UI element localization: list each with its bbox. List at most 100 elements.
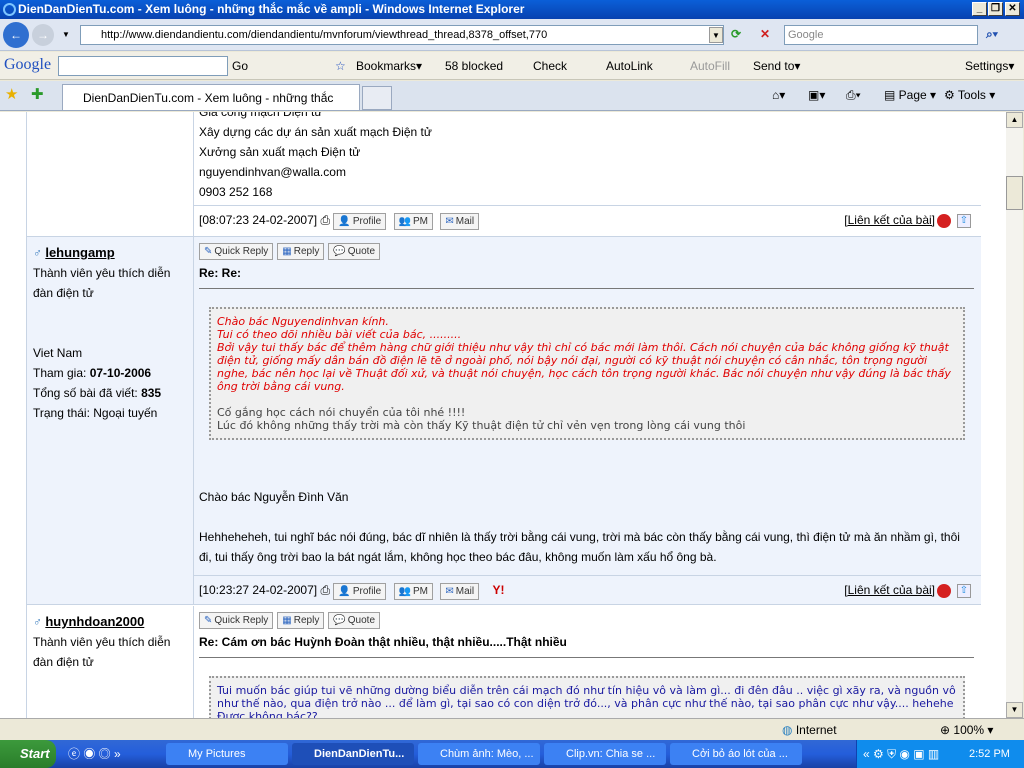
quote-button[interactable]: 💬 Quote [328, 243, 381, 260]
clock: 2:52 PM [969, 748, 1010, 760]
post-link[interactable]: [Liên kết của bài] ⇧ [844, 583, 971, 598]
address-bar[interactable]: http://www.diendandientu.com/diendandien… [80, 25, 724, 45]
google-logo: Google [4, 56, 52, 73]
tab-active[interactable]: DienDanDienTu.com - Xem luông - những th… [62, 84, 360, 131]
signature-email: nguyendinhvan@walla.com [199, 165, 346, 179]
home-icon[interactable]: ⌂▾ [772, 87, 785, 103]
post-footer: [10:23:27 24-02-2007] ⎙ 👤 Profile 👥 PM ✉ Ma… [194, 575, 981, 605]
ie-icon [3, 3, 16, 16]
user-location: Viet Nam [33, 346, 83, 360]
minimize-button[interactable]: _ [972, 2, 987, 16]
start-button[interactable]: Start [0, 740, 56, 768]
post-row: ♂ lehungamp Thành viên yêu thích diễn đà… [27, 237, 981, 605]
zone-indicator: ◍ Internet [782, 723, 837, 737]
scroll-thumb[interactable] [1006, 176, 1023, 210]
google-toolbar: Google Go ☆ Bookmarks▾ 58 blocked Check … [0, 52, 1024, 80]
search-icon[interactable]: ⌕▾ [986, 26, 998, 42]
maximize-button[interactable]: ❐ [988, 2, 1003, 16]
scroll-up-button[interactable]: ▲ [1006, 112, 1023, 128]
print-icon[interactable]: ⎙ [320, 213, 330, 227]
status-bar: ◍ Internet ⊕ 100% ▾ [0, 718, 1024, 740]
new-tab-button[interactable] [362, 86, 392, 110]
stop-icon[interactable]: ✕ [760, 26, 770, 42]
username-link[interactable]: lehungamp [45, 245, 114, 260]
google-search-input[interactable] [58, 56, 228, 76]
bookmarks-button[interactable]: Bookmarks▾ [356, 58, 422, 74]
signature-phone: 0903 252 168 [199, 185, 273, 199]
spell-check-button[interactable]: Check [533, 58, 567, 74]
profile-button[interactable]: 👤 Profile [333, 213, 387, 230]
reply-button[interactable]: ▦ Reply [277, 612, 325, 629]
post-body-line: Chào bác Nguyễn Đình Văn [199, 490, 349, 504]
user-post-count: Tổng số bài đã viết: 835 [33, 386, 162, 400]
user-rank: Thành viên yêu thích diễn đàn điện tử [33, 266, 171, 300]
quote-line: Chào bác Nguyendinhvan kính. [217, 315, 389, 328]
post-timestamp: [08:07:23 24-02-2007] [199, 213, 318, 227]
signature-line: Xưởng sản xuất mạch Điện tử [199, 145, 361, 159]
settings-button[interactable]: Settings▾ [965, 58, 1014, 74]
pm-button[interactable]: 👥 PM [393, 213, 434, 230]
username-link[interactable]: huynhdoan2000 [45, 614, 144, 629]
report-icon[interactable] [937, 213, 951, 228]
post-link[interactable]: [Liên kết của bài] ⇧ [844, 213, 971, 228]
search-input[interactable]: Google [784, 25, 978, 45]
report-icon[interactable] [937, 583, 951, 598]
tools-menu[interactable]: ⚙ Tools ▾ [944, 87, 995, 103]
title-bar: DienDanDienTu.com - Xem luông - những th… [0, 0, 1024, 19]
post-timestamp: [10:23:27 24-02-2007] [199, 583, 318, 597]
post-body-line: Hehheheheh, tui nghĩ bác nói đúng, bác d… [199, 530, 960, 564]
back-button[interactable]: ← [3, 22, 29, 48]
history-dropdown[interactable]: ▼ [62, 27, 70, 43]
quick-launch-icons[interactable]: ⓔ ◉ ◎ » [68, 746, 121, 762]
quote-line: Bởi vậy tui thấy bác để thêm hàng chữ gi… [217, 341, 951, 393]
quick-reply-button[interactable]: ✎ Quick Reply [199, 243, 274, 260]
signature-line: Xây dựng các dự án sản xuất mạch Điện tử [199, 125, 432, 139]
signature-line: Gia công mạch Điện tử [199, 112, 323, 119]
vertical-scrollbar[interactable]: ▲ ▼ [1006, 112, 1023, 718]
add-favorites-icon[interactable]: ✚ [31, 87, 44, 103]
mail-button[interactable]: ✉ Mail [440, 213, 480, 230]
reply-button[interactable]: ▦ Reply [277, 243, 325, 260]
user-joined: Tham gia: 07-10-2006 [33, 366, 152, 380]
post-title: Re: Re: [199, 266, 974, 289]
mail-button[interactable]: ✉ Mail [440, 583, 480, 600]
top-icon[interactable]: ⇧ [957, 583, 971, 598]
url-text: http://www.diendandientu.com/diendandien… [101, 29, 548, 41]
pm-button[interactable]: 👥 PM [393, 583, 434, 600]
favorites-star-icon[interactable]: ★ [5, 87, 18, 103]
feeds-icon[interactable]: ▣▾ [808, 87, 825, 103]
post-row: ♂ huynhdoan2000 Thành viên yêu thích diễ… [27, 606, 981, 718]
page-menu[interactable]: ▤ Page ▾ [884, 87, 936, 103]
popup-blocker-button[interactable]: 58 blocked [445, 58, 503, 74]
quote-line: Lúc đó không những thấy trời mà còn thấy… [217, 419, 746, 432]
taskbar-item[interactable]: My Pictures [166, 743, 288, 765]
window-title: DienDanDienTu.com - Xem luông - những th… [18, 2, 525, 16]
top-icon[interactable]: ⇧ [957, 213, 971, 228]
go-button[interactable]: Go [232, 58, 248, 74]
taskbar-item-active[interactable]: DienDanDienTu... [292, 743, 414, 765]
refresh-icon[interactable]: ⟳ [731, 26, 741, 42]
quick-reply-button[interactable]: ✎ Quick Reply [199, 612, 274, 629]
taskbar: Start ⓔ ◉ ◎ » My Pictures DienDanDienTu.… [0, 740, 1024, 768]
quote-block: Chào bác Nguyendinhvan kính. Tui có theo… [209, 307, 965, 440]
close-button[interactable]: ✕ [1005, 2, 1020, 16]
address-dropdown[interactable]: ▼ [709, 27, 723, 43]
forward-button[interactable]: → [32, 24, 54, 46]
zoom-control[interactable]: ⊕ 100% ▾ [940, 722, 993, 738]
send-to-button[interactable]: Send to▾ [753, 58, 800, 74]
autofill-button[interactable]: AutoFill [690, 58, 730, 74]
quote-button[interactable]: 💬 Quote [328, 612, 381, 629]
autolink-button[interactable]: AutoLink [606, 58, 653, 74]
print-icon[interactable]: ⎙▾ [846, 87, 861, 103]
taskbar-item[interactable]: Chùm ảnh: Mèo, ... [418, 743, 540, 765]
quote-block: Tui muốn bác giúp tui vẽ những dường biể… [209, 676, 965, 718]
taskbar-item[interactable]: Cởi bỏ áo lót của ... [670, 743, 802, 765]
yahoo-icon[interactable]: Y! [492, 583, 504, 597]
print-icon[interactable]: ⎙ [320, 583, 330, 597]
scroll-down-button[interactable]: ▼ [1006, 702, 1023, 718]
taskbar-item[interactable]: Clip.vn: Chia se ... [544, 743, 666, 765]
tray-icons[interactable]: « ⚙ ⛨ ◉ ▣ ▥ [863, 746, 939, 762]
profile-button[interactable]: 👤 Profile [333, 583, 387, 600]
post-title: Re: Cám ơn bác Huỳnh Đoàn thật nhiều, th… [199, 635, 974, 658]
system-tray: « ⚙ ⛨ ◉ ▣ ▥ 2:52 PM [856, 740, 1024, 768]
